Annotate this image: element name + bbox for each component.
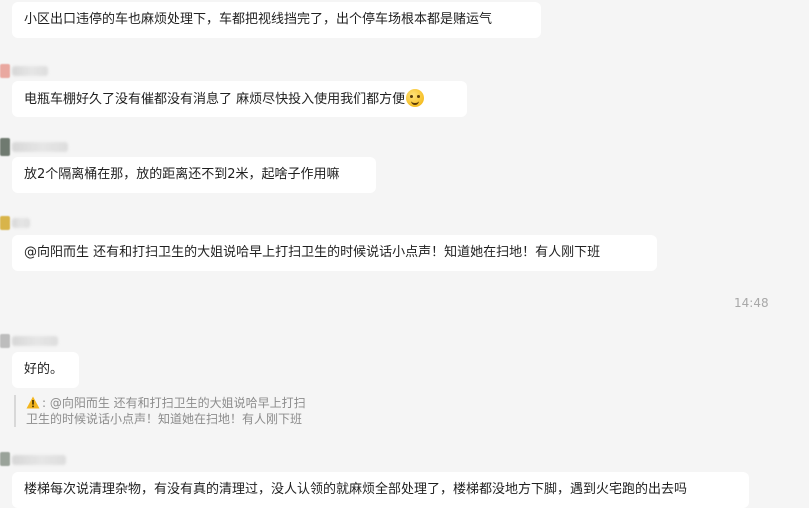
- message-text: 小区出口违停的车也麻烦处理下，车都把视线挡完了，出个停车场根本都是赌运气: [24, 12, 493, 27]
- message-text: @向阳而生 还有和打扫卫生的大姐说哈早上打扫卫生的时候说话小点声！知道她在扫地！…: [24, 245, 601, 260]
- sender-name: [12, 218, 30, 228]
- message-bubble[interactable]: 好的。: [12, 352, 79, 388]
- quoted-message[interactable]: : @向阳而生 还有和打扫卫生的大姐说哈早上打扫 卫生的时候说话小点声！知道她在…: [14, 395, 336, 427]
- message-bubble[interactable]: 小区出口违停的车也麻烦处理下，车都把视线挡完了，出个停车场根本都是赌运气: [12, 2, 541, 38]
- avatar[interactable]: [0, 138, 10, 156]
- avatar[interactable]: [0, 334, 10, 348]
- sender-name: [12, 455, 66, 465]
- message-bubble[interactable]: @向阳而生 还有和打扫卫生的大姐说哈早上打扫卫生的时候说话小点声！知道她在扫地！…: [12, 235, 657, 271]
- message-text: 楼梯每次说清理杂物，有没有真的清理过，没人认领的就麻烦全部处理了，楼梯都没地方下…: [24, 482, 688, 497]
- avatar[interactable]: [0, 452, 10, 466]
- quote-prefix: :: [42, 396, 50, 410]
- avatar[interactable]: [0, 216, 10, 230]
- quote-text-line-2: 卫生的时候说话小点声！知道她在扫地！有人刚下班: [26, 412, 303, 426]
- sender-name: [12, 336, 58, 346]
- message-text: 好的。: [24, 362, 64, 377]
- sender-name: [12, 66, 48, 76]
- message-bubble[interactable]: 电瓶车棚好久了没有催都没有消息了 麻烦尽快投入使用我们都方便: [12, 81, 467, 117]
- message-bubble[interactable]: 楼梯每次说清理杂物，有没有真的清理过，没人认领的就麻烦全部处理了，楼梯都没地方下…: [12, 472, 749, 508]
- quote-text-line-1: @向阳而生 还有和打扫卫生的大姐说哈早上打扫: [49, 396, 306, 410]
- chat-message-list: 小区出口违停的车也麻烦处理下，车都把视线挡完了，出个停车场根本都是赌运气 电瓶车…: [0, 0, 809, 508]
- sender-name: [12, 142, 68, 152]
- message-bubble[interactable]: 放2个隔离桶在那，放的距离还不到2米，起啥子作用嘛: [12, 157, 376, 193]
- message-text: 电瓶车棚好久了没有催都没有消息了 麻烦尽快投入使用我们都方便: [24, 92, 406, 107]
- smiling-face-emoji-icon: [406, 89, 425, 107]
- quote-line-1: : @向阳而生 还有和打扫卫生的大姐说哈早上打扫: [26, 395, 336, 411]
- message-text: 放2个隔离桶在那，放的距离还不到2米，起啥子作用嘛: [24, 167, 340, 182]
- avatar[interactable]: [0, 64, 10, 78]
- warning-icon: [26, 396, 40, 409]
- timestamp: 14:48: [734, 296, 769, 310]
